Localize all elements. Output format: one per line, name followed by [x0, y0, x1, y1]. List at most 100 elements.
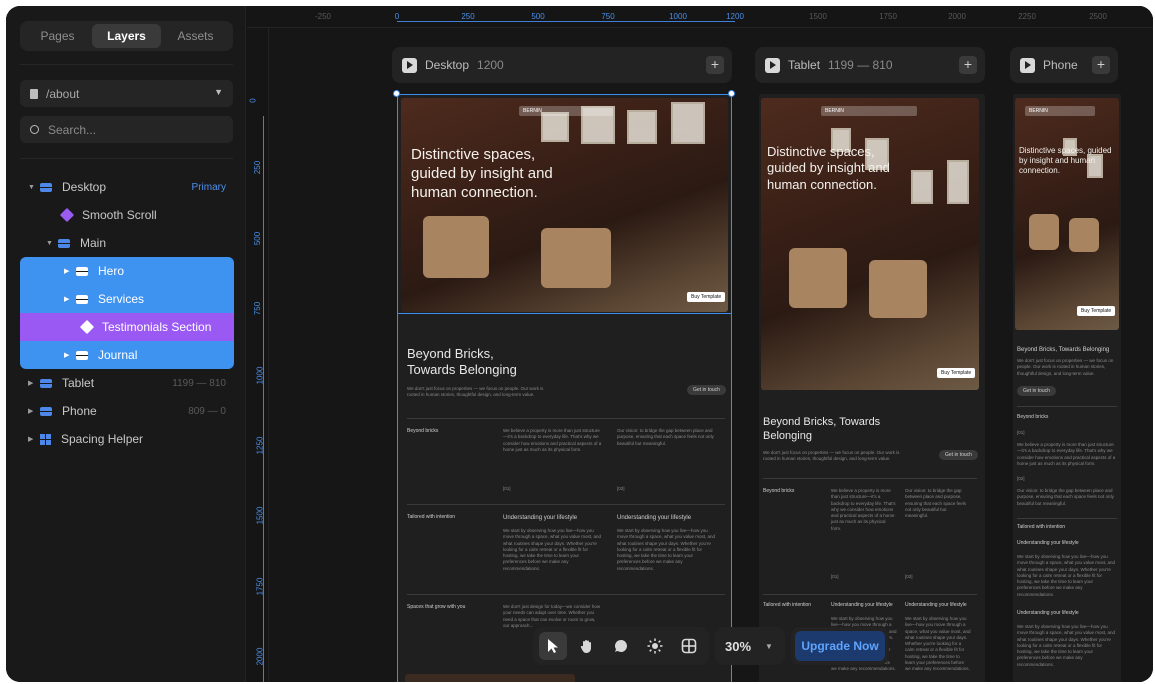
row-heading: Understanding your lifestyle [617, 515, 692, 521]
ruler-tick: 1250 [255, 436, 265, 455]
row-text: We start by observing how you live—how y… [1017, 624, 1116, 667]
add-breakpoint-icon[interactable]: + [959, 56, 977, 74]
buy-template-button[interactable]: Buy Template [1077, 306, 1116, 316]
layer-row-hero[interactable]: ▶ Hero [64, 257, 124, 285]
caret-right-icon[interactable]: ▶ [64, 295, 76, 303]
row-label: Tailored with intention [407, 514, 456, 520]
resize-handle[interactable] [393, 90, 400, 97]
page-selector[interactable]: /about ▼ [20, 80, 233, 107]
section-body: We don't just focus on properties — we f… [1017, 358, 1114, 376]
zoom-select[interactable]: 30% ▼ [715, 627, 785, 665]
page-icon [30, 88, 38, 99]
chevron-down-icon: ▼ [214, 87, 223, 97]
nav-bar[interactable]: BERNIN [821, 106, 917, 116]
row-number: [02] [1017, 476, 1025, 481]
get-in-touch-button[interactable]: Get in touch [1017, 386, 1056, 396]
layer-row-journal[interactable]: ▶ Journal [64, 341, 137, 369]
pointer-icon[interactable] [539, 632, 567, 660]
ruler-selection-range [263, 116, 264, 682]
row-label: Tailored with intention [763, 602, 812, 608]
component-icon [59, 207, 75, 223]
chair-shape [789, 248, 847, 308]
chevron-down-icon: ▼ [765, 641, 773, 651]
caret-right-icon[interactable]: ▶ [28, 435, 40, 443]
row-text: Our vision: to bridge the gap between pl… [905, 488, 967, 519]
ruler-vertical: 0 250 500 750 1000 1250 1500 1750 2000 [247, 28, 269, 682]
upgrade-now-button[interactable]: Upgrade Now [795, 631, 885, 661]
row-heading: Understanding your lifestyle [503, 515, 578, 521]
divider [20, 64, 233, 65]
resize-handle[interactable] [728, 90, 735, 97]
chair-shape [1029, 214, 1059, 250]
hero-title: Distinctive spaces, guided by insight an… [767, 144, 890, 192]
divider [20, 158, 233, 159]
get-in-touch-button[interactable]: Get in touch [687, 385, 726, 395]
layer-label: Main [80, 236, 107, 250]
preview-play-icon[interactable] [765, 57, 780, 73]
caret-right-icon[interactable]: ▶ [28, 379, 40, 387]
comment-icon[interactable] [607, 632, 635, 660]
section-title: Beyond Bricks, Towards Belonging [763, 416, 881, 442]
tab-pages[interactable]: Pages [23, 24, 92, 48]
layer-label: Tablet [62, 376, 95, 390]
tab-assets[interactable]: Assets [161, 24, 230, 48]
hand-icon[interactable] [573, 632, 601, 660]
caret-icon[interactable]: ▼ [28, 184, 40, 191]
get-in-touch-button[interactable]: Get in touch [939, 450, 978, 460]
caret-right-icon[interactable]: ▶ [64, 351, 76, 359]
row-text: We start by observing how you live—how y… [1017, 554, 1116, 597]
row-number: [01] [503, 486, 511, 491]
preview-play-icon[interactable] [402, 57, 417, 73]
tab-layers[interactable]: Layers [92, 24, 161, 48]
tablet-frame[interactable]: BERNIN Distinctive spaces, guided by ins… [759, 94, 985, 682]
desktop-frame[interactable]: BERNIN Distinctive spaces, guided by ins… [397, 94, 732, 682]
stack-icon [40, 378, 52, 388]
caret-right-icon[interactable]: ▶ [28, 407, 40, 415]
frame-name: Phone [1043, 58, 1078, 72]
component-icon [79, 319, 95, 335]
frame-header-phone[interactable]: Phone + [1010, 47, 1118, 83]
nav-bar[interactable]: BERNIN [1025, 106, 1095, 116]
ruler-tick: 750 [253, 301, 263, 316]
add-breakpoint-icon[interactable]: + [1092, 56, 1110, 74]
stack-icon [76, 266, 88, 276]
layer-row-spacing-helper[interactable]: ▶ Spacing Helper [28, 425, 143, 453]
caret-icon[interactable]: ▼ [46, 240, 58, 247]
grid-icon[interactable] [675, 632, 703, 660]
ruler-tick: -250 [314, 12, 332, 21]
ruler-tick: 1000 [255, 366, 265, 385]
layer-row-phone[interactable]: ▶ Phone 809 — 0 [28, 397, 226, 425]
divider [407, 594, 725, 595]
ruler-selection-range [397, 21, 735, 22]
add-breakpoint-icon[interactable]: + [706, 56, 724, 74]
layer-row-services[interactable]: ▶ Services [64, 285, 144, 313]
wall-art [671, 102, 705, 144]
layer-row-tablet[interactable]: ▶ Tablet 1199 — 810 [28, 369, 226, 397]
layer-label: Journal [98, 348, 138, 362]
layer-search-input[interactable]: Search... [20, 116, 233, 143]
search-placeholder: Search... [48, 122, 97, 137]
design-canvas[interactable]: -250 0 250 500 750 1000 1200 1500 1750 2… [247, 6, 1153, 682]
row-text: Our vision: to bridge the gap between pl… [617, 428, 714, 446]
hero-image[interactable]: BERNIN Distinctive spaces, guided by ins… [1015, 98, 1119, 330]
hero-image[interactable]: BERNIN Distinctive spaces, guided by ins… [401, 98, 728, 312]
preview-play-icon[interactable] [1020, 57, 1035, 73]
divider [1017, 406, 1117, 407]
layer-row-desktop[interactable]: ▼ Desktop Primary [28, 173, 226, 201]
row-text: We start by observing how you live—how y… [905, 616, 971, 672]
layer-row-main[interactable]: ▼ Main [46, 229, 106, 257]
layer-row-smooth-scroll[interactable]: Smooth Scroll [59, 201, 157, 229]
nav-bar[interactable]: BERNIN [519, 106, 613, 116]
app-window: Pages Layers Assets /about ▼ Search... ▼… [6, 6, 1153, 682]
phone-frame[interactable]: BERNIN Distinctive spaces, guided by ins… [1013, 94, 1121, 682]
frame-header-tablet[interactable]: Tablet 1199 — 810 + [755, 47, 985, 83]
caret-right-icon[interactable]: ▶ [64, 267, 76, 275]
buy-template-button[interactable]: Buy Template [937, 368, 976, 378]
frame-header-desktop[interactable]: Desktop 1200 + [392, 47, 732, 83]
ruler-horizontal: -250 0 250 500 750 1000 1200 1500 1750 2… [247, 6, 1153, 28]
row-number: [02] [617, 486, 625, 491]
theme-icon[interactable] [641, 632, 669, 660]
buy-template-button[interactable]: Buy Template [687, 292, 726, 302]
layer-row-testimonials[interactable]: Testimonials Section [79, 313, 211, 341]
hero-image[interactable]: BERNIN Distinctive spaces, guided by ins… [761, 98, 979, 390]
